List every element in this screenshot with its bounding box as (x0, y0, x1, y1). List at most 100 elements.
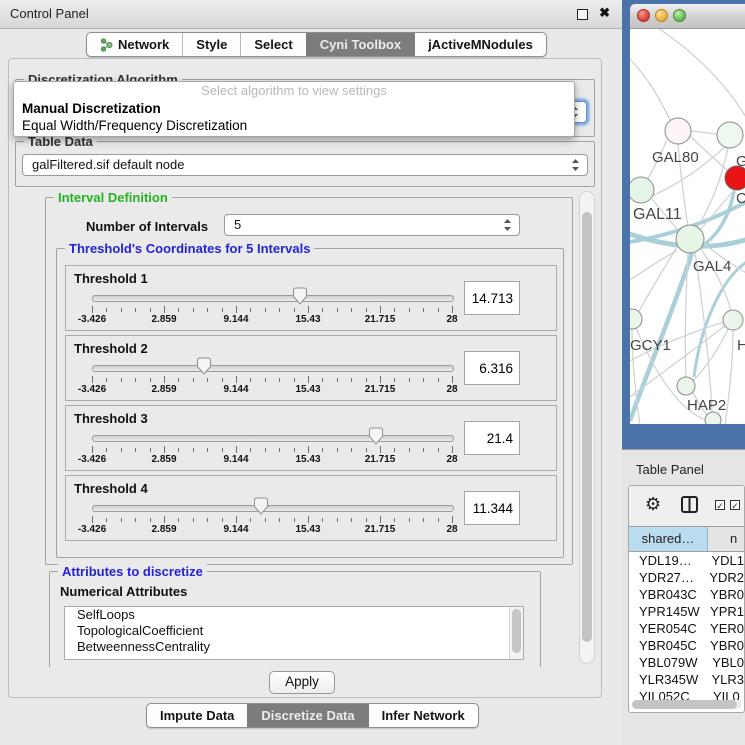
table-row[interactable]: YPR145WYPR1 (629, 603, 744, 620)
slider-track[interactable] (92, 365, 454, 372)
table-panel-title: Table Panel (636, 462, 704, 477)
table-row[interactable]: YDL19…YDL1 (629, 552, 744, 569)
settings-scrollbar[interactable] (579, 191, 595, 664)
cell-name[interactable]: YDL1 (705, 552, 744, 569)
zoom-traffic-light[interactable] (673, 9, 686, 22)
tick-mark (337, 448, 338, 452)
cell-shared-name[interactable]: YBL079W (629, 654, 706, 671)
attribute-item-betweennesscentrality[interactable]: BetweennessCentrality (65, 639, 523, 655)
network-window-titlebar[interactable] (630, 4, 745, 29)
cell-name[interactable]: YLR3 (705, 671, 744, 688)
float-window-icon[interactable] (577, 9, 588, 20)
attribute-item-selfloops[interactable]: SelfLoops (65, 607, 523, 623)
slider-track[interactable] (92, 435, 454, 442)
close-traffic-light[interactable] (637, 9, 650, 22)
tick-label: 21.715 (365, 314, 396, 325)
table-row[interactable]: YLR345WYLR3 (629, 671, 744, 688)
network-node-partial-top[interactable] (717, 122, 743, 148)
table-data-select[interactable]: galFiltered.sif default node (22, 154, 588, 176)
table-row[interactable]: YDR27…YDR2 (629, 569, 744, 586)
threshold-value-field[interactable]: 6.316 (464, 351, 520, 385)
num-intervals-select[interactable]: 5 (224, 214, 520, 236)
dropdown-option-manual-discretization[interactable]: Manual Discretization (14, 100, 574, 117)
cell-name[interactable]: YER0 (704, 620, 744, 637)
tab-cyni-toolbox[interactable]: Cyni Toolbox (306, 33, 414, 56)
table-horizontal-scrollbar-thumb[interactable] (632, 700, 737, 709)
stepper-icon (503, 218, 512, 232)
cell-shared-name[interactable]: YBR045C (629, 637, 704, 654)
tick-mark (394, 518, 395, 522)
table-row[interactable]: YBR045CYBR0 (629, 637, 744, 654)
tab-infer-network[interactable]: Infer Network (368, 704, 478, 727)
network-node-gal11[interactable] (630, 177, 654, 203)
cell-shared-name[interactable]: YDL19… (629, 552, 705, 569)
network-node-gal4[interactable] (676, 225, 704, 253)
cell-shared-name[interactable]: YPR145W (629, 603, 704, 620)
attributes-scrollbar[interactable] (509, 607, 523, 659)
network-canvas[interactable]: GAL80 G. C GAL11 GAL4 GCY1 H HAP2 (630, 29, 745, 424)
column-header-shared-name[interactable]: shared… (629, 527, 708, 551)
control-panel-titlebar: Control Panel ✖ (0, 0, 622, 29)
close-icon[interactable]: ✖ (599, 5, 610, 21)
settings-scrollbar-thumb[interactable] (582, 212, 592, 642)
tick-label: 2.859 (151, 384, 176, 395)
tab-jactivemnodules[interactable]: jActiveMNodules (414, 33, 546, 56)
table-row[interactable]: YBL079WYBL0 (629, 654, 744, 671)
tab-impute-data[interactable]: Impute Data (147, 704, 247, 727)
tick-mark (308, 376, 309, 383)
tab-discretize-data[interactable]: Discretize Data (247, 704, 367, 727)
select-column-checkbox-icon[interactable]: ✓ (730, 500, 740, 510)
stepper-icon (571, 158, 580, 172)
minimize-traffic-light[interactable] (655, 9, 668, 22)
dropdown-option-equal-width-frequency-discretization[interactable]: Equal Width/Frequency Discretization (14, 117, 574, 134)
network-node-gcy1[interactable] (630, 309, 642, 329)
apply-button[interactable]: Apply (269, 671, 335, 694)
tick-label: 28 (446, 454, 457, 465)
network-node-hap2[interactable] (677, 377, 695, 395)
threshold-value-field[interactable]: 14.713 (464, 281, 520, 315)
tick-mark (351, 448, 352, 452)
cell-name[interactable]: YBR0 (704, 637, 744, 654)
table-row[interactable]: YIL052CYIL0 (629, 688, 744, 700)
tab-network[interactable]: Network (87, 33, 182, 56)
cell-shared-name[interactable]: YER054C (629, 620, 704, 637)
slider-thumb[interactable] (368, 427, 384, 445)
slider-thumb[interactable] (253, 497, 269, 515)
attributes-scrollbar-thumb[interactable] (512, 609, 521, 653)
threshold-value-field[interactable]: 11.344 (464, 491, 520, 525)
slider-track[interactable] (92, 295, 454, 302)
tab-select[interactable]: Select (240, 33, 305, 56)
slider-thumb[interactable] (196, 357, 212, 375)
tick-mark (322, 448, 323, 452)
threshold-row: Threshold 4 -3.4262.8599.14415.4321.7152… (65, 475, 557, 541)
cell-shared-name[interactable]: YBR043C (629, 586, 704, 603)
select-all-checkbox-icon[interactable]: ✓ (715, 500, 725, 510)
network-node-gal80[interactable] (665, 118, 691, 144)
cell-shared-name[interactable]: YLR345W (629, 671, 705, 688)
control-panel-tabbar: NetworkStyleSelectCyni ToolboxjActiveMNo… (86, 32, 547, 57)
tick-mark (452, 516, 453, 523)
threshold-value-field[interactable]: 21.4 (464, 421, 520, 455)
cell-name[interactable]: YDR2 (703, 569, 744, 586)
table-row[interactable]: YBR043CYBR0 (629, 586, 744, 603)
column-header-name[interactable]: n (708, 527, 744, 551)
table-horizontal-scrollbar[interactable] (632, 700, 742, 709)
gear-icon[interactable]: ⚙ (645, 494, 661, 515)
slider-track[interactable] (92, 505, 454, 512)
cell-name[interactable]: YBL0 (706, 654, 744, 671)
cell-name[interactable]: YIL0 (707, 688, 744, 700)
attribute-item-topologicalcoefficient[interactable]: TopologicalCoefficient (65, 623, 523, 639)
tab-style[interactable]: Style (182, 33, 240, 56)
slider-thumb[interactable] (292, 287, 308, 305)
tick-mark (438, 518, 439, 522)
split-columns-icon[interactable] (681, 496, 698, 518)
network-node-partial-right[interactable] (723, 310, 743, 330)
node-label-partial-g: G. (736, 153, 745, 170)
cell-name[interactable]: YPR1 (704, 603, 744, 620)
control-panel-title: Control Panel (10, 6, 89, 21)
cell-name[interactable]: YBR0 (704, 586, 744, 603)
table-row[interactable]: YER054CYER0 (629, 620, 744, 637)
cell-shared-name[interactable]: YDR27… (629, 569, 703, 586)
cell-shared-name[interactable]: YIL052C (629, 688, 707, 700)
numerical-attributes-list[interactable]: SelfLoopsTopologicalCoefficientBetweenne… (64, 606, 524, 660)
